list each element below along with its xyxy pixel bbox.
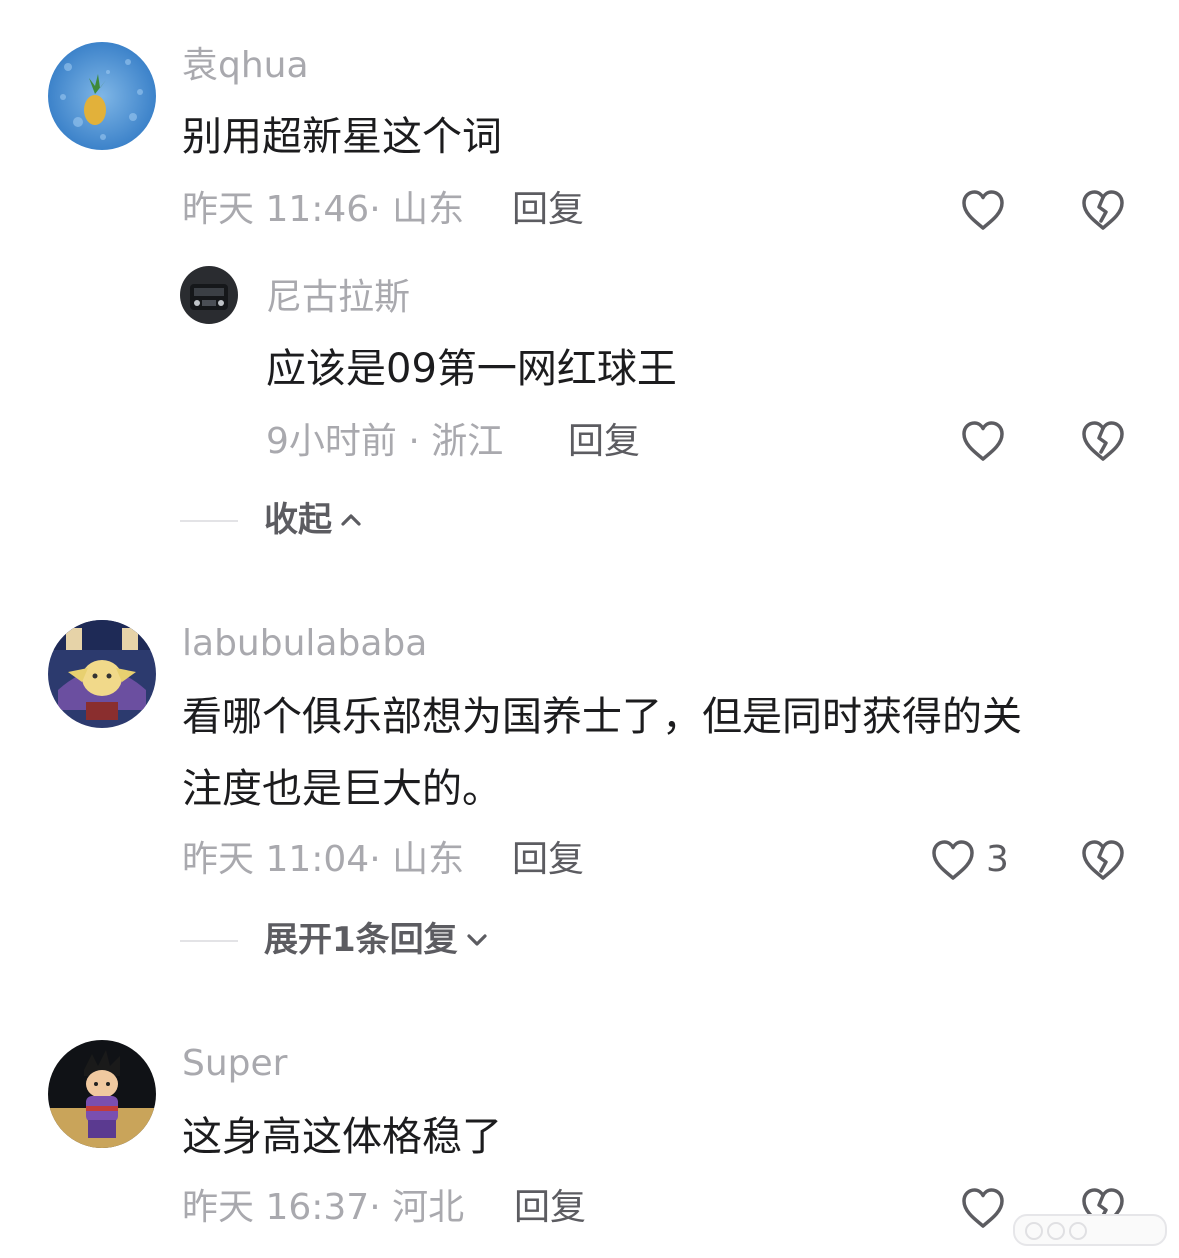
- broken-heart-icon[interactable]: [1078, 416, 1128, 466]
- collapse-label: 收起: [264, 500, 332, 540]
- comment-text: 别用超新星这个词: [182, 114, 502, 160]
- reply-button[interactable]: 回复: [512, 838, 584, 882]
- avatar[interactable]: [48, 620, 156, 728]
- comment-text-line: 注度也是巨大的。: [182, 766, 502, 812]
- broken-heart-icon[interactable]: [1078, 835, 1128, 885]
- comment-time: 昨天 11:46: [182, 189, 370, 230]
- reply-button[interactable]: 回复: [514, 1186, 586, 1230]
- fold-divider: [180, 520, 238, 522]
- chevron-up-icon: [338, 507, 364, 533]
- comment-meta: 昨天 11:04· 山东: [182, 838, 464, 882]
- avatar[interactable]: [180, 266, 238, 324]
- like-count: 3: [986, 839, 1009, 880]
- reply-text: 应该是09第一网红球王: [266, 346, 677, 392]
- username[interactable]: labubulababa: [182, 622, 427, 666]
- username[interactable]: Super: [182, 1042, 287, 1086]
- reply-time: 9小时前: [266, 421, 397, 462]
- watermark: [1013, 1214, 1167, 1246]
- comment-time: 昨天 11:04: [182, 839, 370, 880]
- expand-replies-button[interactable]: 展开1条回复: [264, 918, 490, 962]
- avatar[interactable]: [48, 1040, 156, 1148]
- comment-time: 昨天 16:37: [182, 1187, 370, 1228]
- heart-outline-icon[interactable]: [958, 416, 1008, 466]
- comment-text: 这身高这体格稳了: [182, 1114, 502, 1160]
- comment-location: 河北: [392, 1187, 465, 1228]
- heart-outline-icon[interactable]: [958, 185, 1008, 235]
- expand-label: 展开1条回复: [264, 920, 458, 960]
- comment-location: 山东: [392, 839, 465, 880]
- username[interactable]: 尼古拉斯: [266, 276, 410, 320]
- meta-separator: ·: [369, 189, 393, 230]
- username[interactable]: 袁qhua: [182, 44, 309, 88]
- meta-separator: ·: [369, 1187, 393, 1228]
- comment-meta: 昨天 16:37· 河北: [182, 1186, 464, 1230]
- comment-meta: 昨天 11:46· 山东: [182, 188, 464, 232]
- heart-outline-icon[interactable]: [928, 835, 978, 885]
- fold-divider: [180, 940, 238, 942]
- comment-text-line: 看哪个俱乐部想为国养士了，但是同时获得的关: [182, 694, 1022, 740]
- reply-button[interactable]: 回复: [568, 420, 640, 464]
- collapse-replies-button[interactable]: 收起: [264, 498, 364, 542]
- reply-meta: 9小时前 · 浙江: [266, 420, 503, 464]
- broken-heart-icon[interactable]: [1078, 185, 1128, 235]
- meta-separator: ·: [396, 421, 432, 462]
- comment-location: 山东: [392, 189, 465, 230]
- chevron-down-icon: [464, 927, 490, 953]
- meta-separator: ·: [369, 839, 393, 880]
- reply-button[interactable]: 回复: [512, 188, 584, 232]
- avatar[interactable]: [48, 42, 156, 150]
- heart-outline-icon[interactable]: [958, 1183, 1008, 1233]
- reply-location: 浙江: [431, 421, 504, 462]
